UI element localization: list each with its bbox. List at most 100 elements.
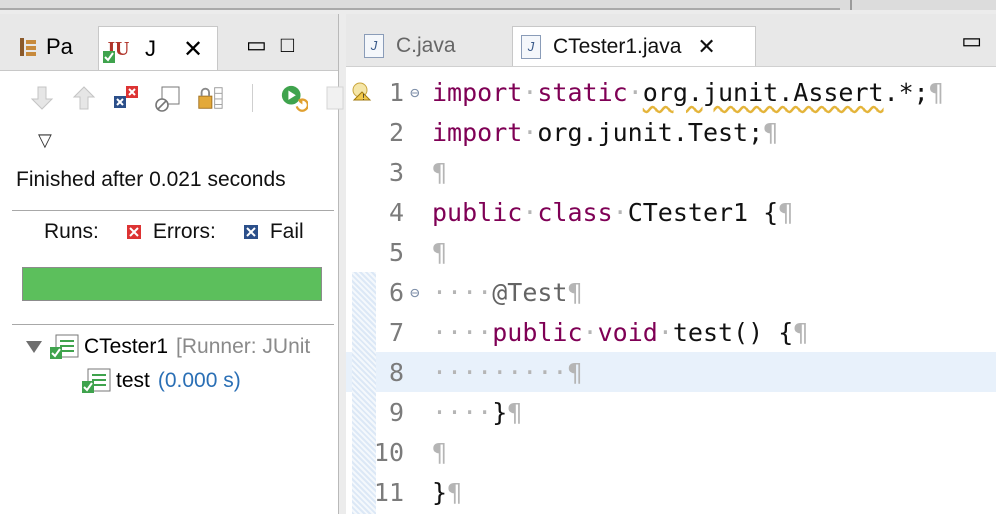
pilcrow: ¶ [432, 157, 448, 187]
progress-bar [22, 267, 322, 301]
java-file-icon: J [521, 34, 541, 59]
keyword: void [597, 317, 658, 347]
separator [238, 83, 266, 113]
junit-toolbar [28, 78, 350, 118]
keyword: static [537, 77, 628, 107]
minimize-icon[interactable]: ▭ [961, 28, 982, 54]
test-name: test [116, 369, 150, 392]
divider [12, 324, 334, 325]
code-line[interactable]: ! 1 ⊖ import·static·org.junit.Assert.*;¶ [346, 72, 996, 112]
code-line[interactable]: 11 }¶ [346, 472, 996, 512]
pilcrow: ¶ [778, 197, 794, 227]
code-token: } [492, 397, 508, 427]
previous-failure-icon[interactable] [70, 83, 98, 113]
view-window-controls: ▭□ [246, 32, 308, 58]
warning-lightbulb-icon[interactable]: ! [352, 82, 372, 102]
pilcrow: ¶ [567, 357, 583, 387]
errors-label: Errors: [152, 220, 216, 243]
suite-name: CTester1 [84, 335, 169, 358]
code-text: public·class·CTester1 {¶ [432, 197, 794, 227]
failures-label: Fail [269, 220, 304, 243]
tab-label: C.java [396, 34, 456, 57]
editor-tab-bar: J C.java J CTester1.java ✕ ▭ [346, 14, 996, 67]
pilcrow: ¶ [763, 117, 779, 147]
tree-row-suite[interactable]: CTester1 [Runner: JUnit [26, 330, 310, 364]
change-ruler-marker [352, 272, 376, 514]
fold-icon[interactable]: ⊖ [410, 83, 432, 102]
svg-text:!: ! [361, 93, 366, 102]
runner-label: [Runner: JUnit [176, 335, 311, 358]
keyword: import [432, 117, 523, 147]
code-line[interactable]: 3 ¶ [346, 152, 996, 192]
lock-layout-icon[interactable] [196, 83, 224, 113]
run-status-text: Finished after 0.021 seconds [16, 168, 286, 191]
code-line[interactable]: 2 import·org.junit.Test;¶ [346, 112, 996, 152]
divider [12, 210, 334, 211]
java-editor: J C.java J CTester1.java ✕ ▭ ! 1 ⊖ impor… [346, 14, 996, 514]
error-icon [126, 225, 141, 239]
current-line[interactable]: 8 ·········¶ [346, 352, 996, 392]
test-suite-ok-icon [50, 334, 79, 359]
pilcrow: ¶ [793, 317, 809, 347]
code-line[interactable]: 10 ¶ [346, 432, 996, 472]
pilcrow: ¶ [447, 477, 463, 507]
counter-panel: Runs: Errors: Fail [44, 220, 334, 244]
junit-icon: JU [103, 38, 129, 63]
line-number: 3 [388, 157, 404, 187]
annotation: @Test [492, 277, 568, 307]
minimize-icon[interactable]: ▭ [246, 32, 281, 57]
tab-label: J [145, 35, 156, 61]
maximize-icon[interactable]: □ [281, 32, 308, 57]
tab-junit[interactable]: JU J ✕ [98, 26, 218, 70]
scroll-lock-icon[interactable] [154, 83, 182, 113]
close-icon[interactable]: ✕ [697, 34, 715, 60]
package-explorer-icon [20, 38, 36, 56]
close-icon[interactable]: ✕ [183, 35, 203, 64]
code-token: } [432, 477, 448, 507]
code-text: import·org.junit.Test;¶ [432, 117, 779, 147]
code-text: ····public·void·test() {¶ [432, 317, 809, 347]
tab-label: Pa [46, 34, 73, 59]
code-text: ····@Test¶ [432, 277, 583, 307]
line-number: 5 [388, 237, 404, 267]
pilcrow: ¶ [432, 437, 448, 467]
rerun-test-icon[interactable] [280, 83, 308, 113]
expand-triangle-icon[interactable] [26, 341, 42, 353]
runs-label: Runs: [44, 220, 99, 243]
tree-row-test[interactable]: test (0.000 s) [26, 364, 310, 398]
code-area[interactable]: ! 1 ⊖ import·static·org.junit.Assert.*;¶… [346, 72, 996, 512]
test-duration: (0.000 s) [157, 369, 241, 392]
unused-import-warning: org.junit.Assert [642, 77, 884, 107]
resize-grip[interactable] [850, 0, 852, 10]
title-divider [0, 8, 840, 10]
tab-ctester1-java[interactable]: J CTester1.java ✕ [512, 26, 756, 66]
next-failure-icon[interactable] [28, 83, 56, 113]
show-failures-only-icon[interactable] [112, 83, 140, 113]
test-ok-icon [82, 368, 111, 393]
pilcrow: ¶ [432, 237, 448, 267]
pilcrow: ¶ [928, 77, 944, 107]
code-line[interactable]: 6 ⊖ ····@Test¶ [346, 272, 996, 312]
code-text: ·········¶ [432, 357, 583, 387]
view-tab-bar: Pa JU J ✕ ▭□ [0, 14, 338, 71]
code-token: test() { [672, 317, 794, 347]
fold-icon[interactable]: ⊖ [410, 283, 432, 302]
keyword: public [492, 317, 583, 347]
code-line[interactable]: 4 public·class·CTester1 {¶ [346, 192, 996, 232]
code-line[interactable]: 9 ····}¶ [346, 392, 996, 432]
tab-package-explorer[interactable]: Pa [18, 24, 73, 70]
tab-c-java[interactable]: J C.java [364, 26, 456, 66]
code-token: org.junit.Test; [537, 117, 764, 147]
keyword: class [537, 197, 613, 227]
pilcrow: ¶ [507, 397, 523, 427]
line-number: 2 [388, 117, 404, 147]
code-line[interactable]: 7 ····public·void·test() {¶ [346, 312, 996, 352]
code-line[interactable]: 5 ¶ [346, 232, 996, 272]
view-menu-icon[interactable]: ▽ [38, 130, 52, 151]
code-token: CTester1 { [627, 197, 779, 227]
tab-label: CTester1.java [553, 34, 682, 58]
code-text: import·static·org.junit.Assert.*;¶ [432, 77, 944, 107]
keyword: public [432, 197, 523, 227]
failure-icon [243, 225, 258, 239]
window-top-strip [0, 0, 996, 10]
